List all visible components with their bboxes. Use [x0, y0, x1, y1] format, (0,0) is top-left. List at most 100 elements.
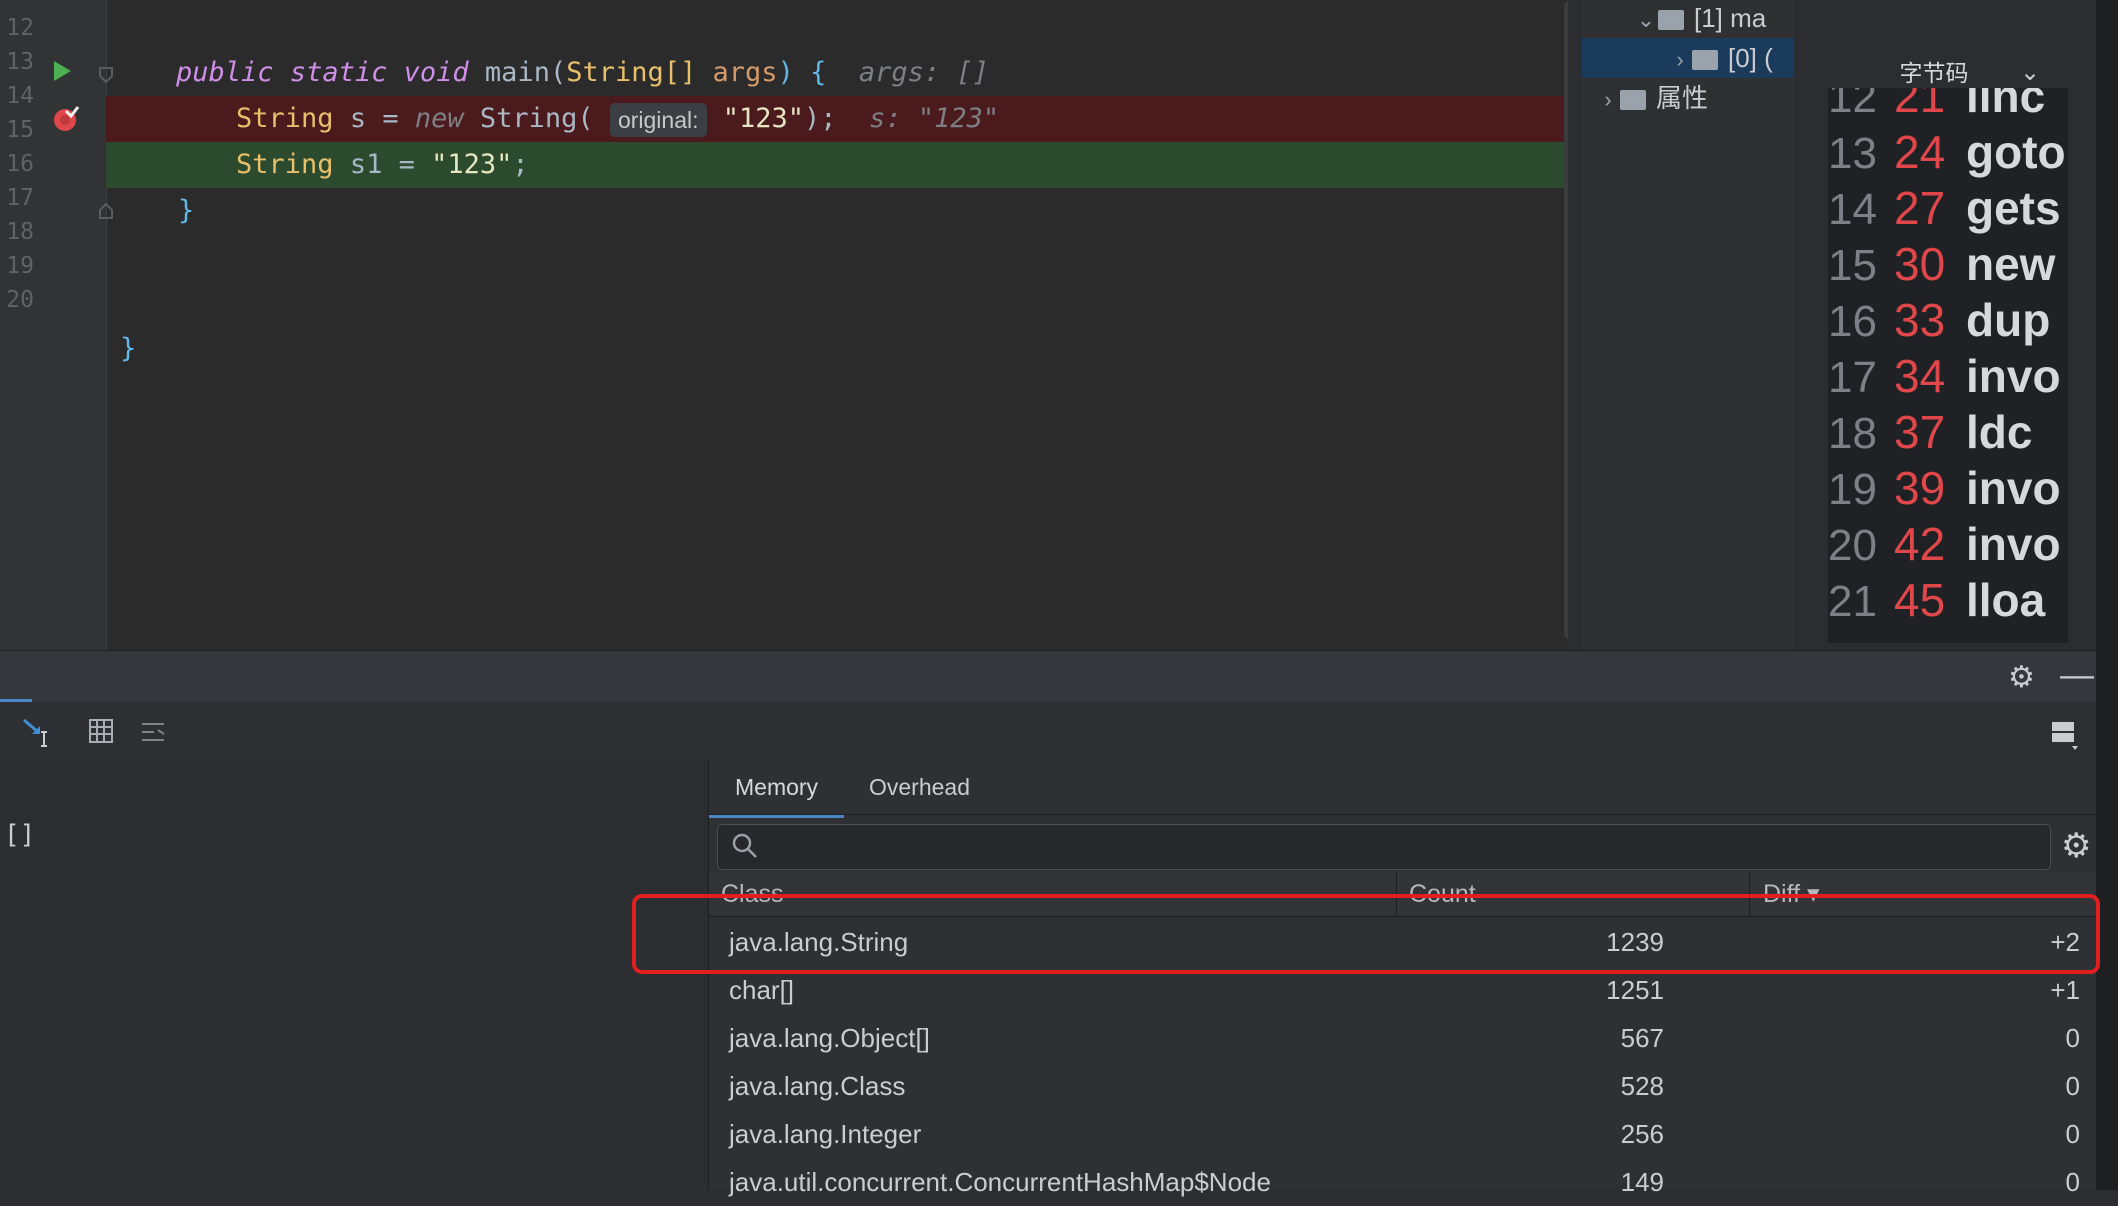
step-into-cursor-icon[interactable] — [22, 718, 54, 748]
code-line[interactable]: } — [106, 326, 1568, 372]
bytecode-line-number: 12 — [1828, 88, 1877, 122]
bytecode-row[interactable]: 12 21 linc — [1828, 88, 2045, 124]
bytecode-offset: 42 — [1894, 518, 1946, 570]
bytecode-row[interactable]: 21 45 lloa — [1828, 572, 2045, 628]
tab-overhead[interactable]: Overhead — [843, 760, 996, 814]
chevron-right-icon[interactable]: › — [1596, 80, 1620, 120]
diff-cell: 0 — [2065, 1023, 2080, 1053]
chevron-down-icon[interactable]: ⌄ — [2020, 58, 2040, 87]
search-box[interactable] — [717, 824, 2051, 870]
bytecode-opcode: new — [1966, 238, 2056, 290]
breakpoint-icon[interactable] — [52, 105, 80, 133]
bytecode-row[interactable]: 15 30 new — [1828, 236, 2055, 292]
closing-brace: } — [178, 195, 195, 226]
bytecode-opcode: invo — [1966, 350, 2061, 402]
bytecode-line-number: 14 — [1828, 185, 1877, 234]
minimize-icon[interactable]: — — [2060, 656, 2094, 695]
chevron-down-icon[interactable]: ⌄ — [1634, 0, 1658, 40]
gear-icon[interactable]: ⚙ — [2008, 660, 2035, 695]
variable: s = — [349, 103, 415, 134]
editor-gutter[interactable]: 12 13 14 15 16 17 18 19 20 — [0, 0, 113, 650]
bytecode-line-number: 19 — [1828, 465, 1877, 514]
bytecode-row[interactable]: 20 42 invo — [1828, 516, 2061, 572]
search-input[interactable] — [768, 829, 2042, 865]
bytecode-opcode: linc — [1966, 88, 2046, 122]
type-name: String — [236, 149, 334, 180]
run-arrow-icon[interactable] — [52, 60, 72, 82]
count-cell: 567 — [1620, 1023, 1664, 1053]
variables-pane[interactable] — [0, 760, 709, 1190]
param-type: String[] — [566, 57, 697, 88]
line-number: 20 — [6, 287, 34, 313]
bytecode-opcode: goto — [1966, 126, 2066, 178]
tree-item[interactable]: ⌄ [1] ma — [1582, 0, 1794, 38]
type-name: String — [236, 103, 334, 134]
structure-tree[interactable]: ⌄ [1] ma › [0] ( › 属性 — [1582, 0, 1794, 650]
punctuation: ); — [804, 103, 837, 134]
table-icon[interactable] — [88, 718, 114, 744]
bytecode-row[interactable]: 16 33 dup — [1828, 292, 2050, 348]
class-name-cell: java.lang.Class — [729, 1071, 906, 1101]
code-line-current[interactable]: String s1 = "123"; — [106, 142, 1568, 188]
folder-icon — [1692, 50, 1718, 71]
bytecode-line-number: 21 — [1828, 577, 1877, 626]
code-line[interactable]: public static void main(String[] args) {… — [106, 50, 1568, 96]
bytecode-opcode: lloa — [1966, 574, 2046, 626]
search-icon — [732, 833, 757, 858]
bytecode-list[interactable]: 12 21 linc 13 24 goto 14 27 gets 15 30 new 16 33 dup 17… — [1828, 88, 2068, 643]
keyword: public — [176, 57, 274, 88]
tree-item[interactable]: › 属性 — [1582, 78, 1794, 118]
bytecode-row[interactable]: 13 24 goto — [1828, 124, 2066, 180]
count-cell: 256 — [1620, 1119, 1664, 1149]
bytecode-opcode: invo — [1966, 518, 2061, 570]
table-row[interactable]: java.util.concurrent.ConcurrentHashMap$N… — [709, 1158, 2096, 1206]
constructor: String( — [479, 103, 594, 134]
variable: s1 = — [349, 149, 432, 180]
bytecode-opcode: invo — [1966, 462, 2061, 514]
bytecode-row[interactable]: 17 34 invo — [1828, 348, 2061, 404]
layout-icon[interactable] — [2050, 720, 2080, 750]
keyword: static — [289, 57, 388, 88]
bytecode-offset: 21 — [1894, 88, 1946, 122]
method-name: main — [484, 57, 550, 88]
bytecode-line-number: 17 — [1828, 353, 1877, 402]
bytecode-opcode: dup — [1966, 294, 2051, 346]
code-line[interactable]: } — [106, 188, 1568, 234]
tree-item-label: [1] ma — [1694, 3, 1767, 33]
side-tool-strip[interactable] — [2096, 0, 2118, 1190]
paren: ( — [549, 57, 567, 88]
folder-icon — [1658, 10, 1684, 31]
bytecode-opcode: ldc — [1966, 406, 2033, 458]
debug-toolbar[interactable] — [0, 702, 2096, 761]
bytecode-row[interactable]: 19 39 invo — [1828, 460, 2061, 516]
bytecode-row[interactable]: 14 27 gets — [1828, 180, 2061, 236]
string-literal: "123" — [431, 149, 513, 180]
chevron-right-icon[interactable]: › — [1668, 40, 1692, 80]
diff-cell: 0 — [2065, 1167, 2080, 1197]
tree-item-label: [0] ( — [1728, 43, 1773, 73]
bytecode-offset: 24 — [1894, 126, 1946, 178]
memory-pane[interactable]: Memory Overhead ⚙ Class Count Diff ▾ jav… — [709, 760, 2096, 1197]
bytecode-offset: 39 — [1894, 462, 1946, 514]
keyword: new — [414, 103, 464, 134]
tab-divider — [709, 814, 2096, 815]
diff-cell: 0 — [2065, 1071, 2080, 1101]
tree-item-selected[interactable]: › [0] ( — [1582, 38, 1794, 78]
highlight-annotation — [632, 894, 2100, 974]
editor-scrollbar[interactable] — [1564, 0, 1568, 640]
bytecode-offset: 45 — [1894, 574, 1946, 626]
keyword: void — [403, 57, 469, 88]
paren-brace: ) { — [777, 57, 827, 88]
bytecode-opcode: gets — [1966, 182, 2061, 234]
table-row[interactable]: java.lang.Integer 256 0 — [709, 1110, 2096, 1158]
code-editor[interactable]: 12 13 14 15 16 17 18 19 20 public static… — [0, 0, 1568, 650]
code-line-breakpoint[interactable]: String s = new String( original: "123");… — [106, 96, 1568, 142]
table-row[interactable]: java.lang.Class 528 0 — [709, 1062, 2096, 1110]
tab-memory[interactable]: Memory — [709, 760, 845, 818]
bytecode-panel[interactable]: 字节码 ⌄ 12 21 linc 13 24 goto 14 27 gets 15 30 new 16 3… — [1794, 0, 2068, 650]
table-row[interactable]: java.lang.Object[] 567 0 — [709, 1014, 2096, 1062]
bytecode-row[interactable]: 18 37 ldc — [1828, 404, 2032, 460]
list-icon[interactable] — [140, 720, 166, 744]
gear-icon[interactable]: ⚙ — [2061, 826, 2091, 866]
tool-window-header[interactable] — [0, 650, 2096, 703]
